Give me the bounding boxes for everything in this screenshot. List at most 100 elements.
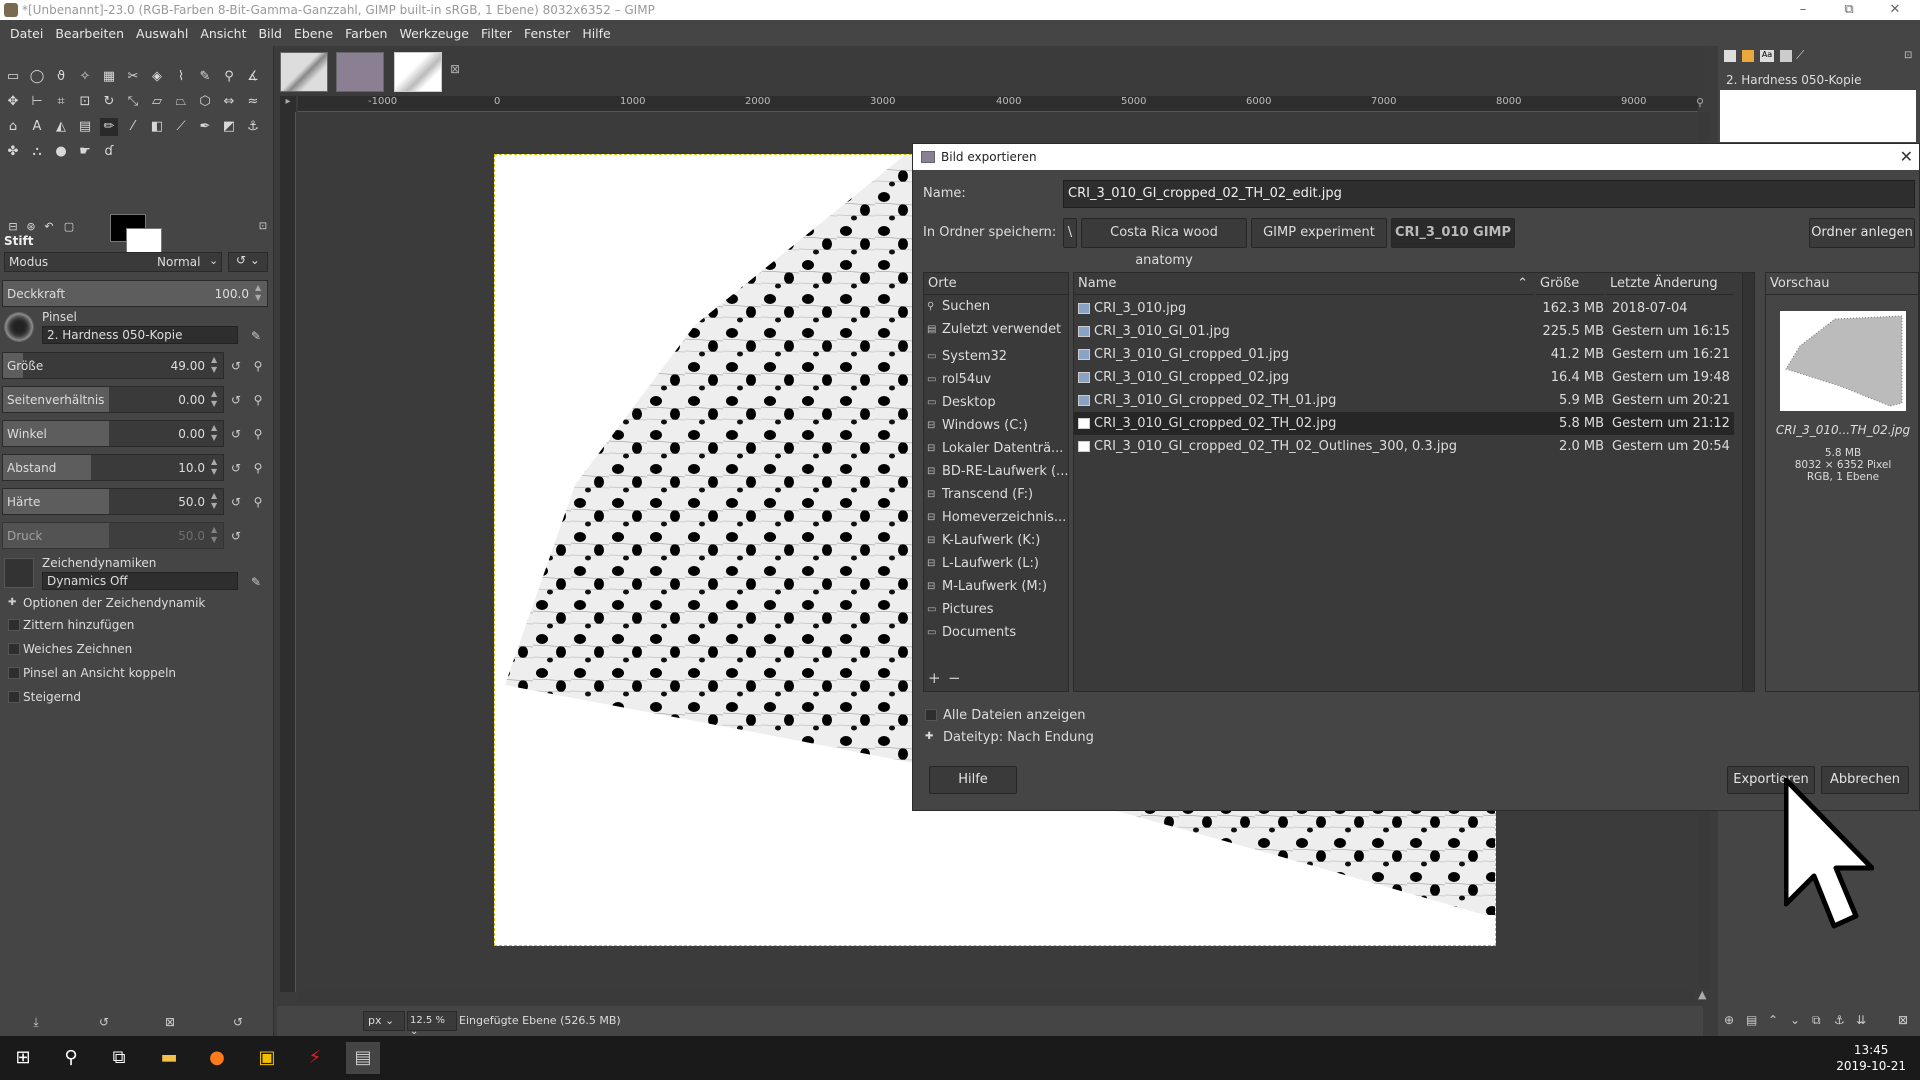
place-item[interactable]: ⊟ L-Laufwerk (L:) <box>924 553 1070 575</box>
image-tab-thumbnail-active[interactable] <box>394 52 442 92</box>
place-item[interactable]: ▭ rol54uv <box>924 369 1070 391</box>
reset-icon[interactable]: ↺ <box>228 392 244 408</box>
file-row[interactable]: CRI_3_010_GI_01.jpg 225.5 MB Gestern um 16… <box>1074 320 1734 343</box>
text-icon[interactable]: A <box>28 118 46 136</box>
link-icon[interactable]: ⚲ <box>250 426 266 442</box>
file-row[interactable]: CRI_3_010.jpg 162.3 MB 2018-07-04 <box>1074 297 1734 320</box>
file-row[interactable]: CRI_3_010_GI_cropped_02_TH_01.jpg 5.9 MB G… <box>1074 389 1734 412</box>
anchor-layer-icon[interactable]: ⚓ <box>1834 1013 1845 1027</box>
blur-icon[interactable]: ● <box>52 143 70 161</box>
spin-arrows-icon[interactable]: ▲ ▼ <box>211 389 221 409</box>
paintbrush-tab-icon[interactable]: ⟋ <box>1796 48 1804 63</box>
rect-select-icon[interactable]: ▭ <box>4 68 22 86</box>
menu-view[interactable]: Ansicht <box>194 26 252 41</box>
link-icon[interactable]: ⚲ <box>250 494 266 510</box>
link-icon[interactable]: ⚲ <box>250 392 266 408</box>
merge-layer-icon[interactable]: ⇊ <box>1856 1013 1866 1027</box>
file-row[interactable]: CRI_3_010_GI_cropped_02.jpg 16.4 MB Gester… <box>1074 366 1734 389</box>
crumb-root[interactable]: \ <box>1063 218 1077 248</box>
warp-transform-icon[interactable]: ⌂ <box>4 118 22 136</box>
close-dialog-icon[interactable]: ✕ <box>1900 144 1913 170</box>
remove-place-button[interactable]: − <box>948 669 961 687</box>
gimp-taskbar-icon[interactable]: ▤ <box>346 1042 380 1074</box>
color-picker-icon[interactable]: ✎ <box>196 68 214 86</box>
foreground-select-icon[interactable]: ◈ <box>148 68 166 86</box>
filename-input[interactable]: CRI_3_010_GI_cropped_02_TH_02_edit.jpg <box>1063 180 1915 208</box>
aspect-ratio-slider[interactable]: Seitenverhältnis 0.00 ▲ ▼ <box>2 386 224 413</box>
menu-layer[interactable]: Ebene <box>288 26 339 41</box>
app-icon[interactable]: ▣ <box>250 1042 284 1074</box>
align-icon[interactable]: ⊢ <box>28 93 46 111</box>
help-button[interactable]: Hilfe <box>929 766 1017 794</box>
force-slider[interactable]: Druck 50.0 ▲ ▼ <box>2 522 224 549</box>
file-row-selected[interactable]: CRI_3_010_GI_cropped_02_TH_02.jpg 5.8 MB G… <box>1074 412 1734 435</box>
measure-icon[interactable]: ∡ <box>244 68 262 86</box>
move-icon[interactable]: ✥ <box>4 93 22 111</box>
ink-icon[interactable]: ✒ <box>196 118 214 136</box>
create-folder-button[interactable]: Ordner anlegen <box>1809 218 1915 248</box>
reset-icon[interactable]: ↺ <box>228 528 244 544</box>
flip-icon[interactable]: ⇔ <box>220 93 238 111</box>
bucket-fill-icon[interactable]: ◭ <box>52 118 70 136</box>
firefox-icon[interactable]: ● <box>200 1042 234 1074</box>
place-item[interactable]: ▭ Documents <box>924 622 1070 644</box>
configure-tab-icon[interactable]: ⊡ <box>1904 50 1912 61</box>
menu-select[interactable]: Auswahl <box>130 26 194 41</box>
mode-reset-button[interactable]: ↺ ⌄ <box>228 252 268 272</box>
configure-tab-icon[interactable]: ⊡ <box>254 218 272 236</box>
place-item[interactable]: ▭ Pictures <box>924 599 1070 621</box>
horizontal-scrollbar[interactable] <box>298 990 1694 1002</box>
rotate-icon[interactable]: ↻ <box>100 93 118 111</box>
column-header-date[interactable]: Letzte Änderung <box>1606 273 1734 295</box>
dynamics-options-label[interactable]: Optionen der Zeichendynamik <box>23 596 205 610</box>
restore-preset-icon[interactable]: ↺ <box>96 1014 112 1030</box>
brush-field[interactable]: 2. Hardness 050-Kopie <box>42 326 238 344</box>
ellipse-select-icon[interactable]: ◯ <box>28 68 46 86</box>
angle-slider[interactable]: Winkel 0.00 ▲ ▼ <box>2 420 224 447</box>
crumb-costa-rica[interactable]: Costa Rica wood anatomy <box>1081 218 1247 268</box>
paintbrush-icon[interactable]: ⁄ <box>124 118 142 136</box>
spin-arrows-icon[interactable]: ▲ ▼ <box>211 423 221 443</box>
new-layer-icon[interactable]: ⊕ <box>1724 1013 1734 1027</box>
spin-arrows-icon[interactable]: ▲ ▼ <box>255 283 265 303</box>
image-tab-thumbnail[interactable] <box>280 52 328 92</box>
channels-tab-icon[interactable] <box>1742 50 1754 62</box>
add-place-button[interactable]: + <box>928 669 941 687</box>
menu-windows[interactable]: Fenster <box>518 26 576 41</box>
menu-edit[interactable]: Bearbeiten <box>49 26 130 41</box>
gradient-icon[interactable]: ▤ <box>76 118 94 136</box>
file-type-label[interactable]: Dateityp: Nach Endung <box>943 730 1094 745</box>
place-item[interactable]: ⊟ Windows (C:) <box>924 415 1070 437</box>
smooth-checkbox[interactable] <box>8 643 20 655</box>
menu-file[interactable]: Datei <box>4 26 49 41</box>
mypaint-brush-icon[interactable]: ◩ <box>220 118 238 136</box>
undo-history-tab-icon[interactable]: ↶ <box>40 218 58 236</box>
airbrush-icon[interactable]: ⟋ <box>172 118 190 136</box>
hardness-slider[interactable]: Härte 50.0 ▲ ▼ <box>2 488 224 515</box>
perspective-icon[interactable]: ⏢ <box>172 93 190 111</box>
size-slider[interactable]: Größe 49.00 ▲ ▼ <box>2 352 224 379</box>
quick-mask-toggle-icon[interactable]: ▸ <box>280 96 296 112</box>
edit-dynamics-icon[interactable]: ✎ <box>248 574 264 590</box>
show-all-files-checkbox[interactable] <box>925 709 937 721</box>
crumb-gimp-experiment[interactable]: GIMP experiment <box>1251 218 1387 248</box>
place-item[interactable]: ⚲ Suchen <box>924 296 1070 318</box>
incremental-checkbox[interactable] <box>8 691 20 703</box>
file-list-scrollbar[interactable] <box>1742 273 1754 691</box>
menu-tools[interactable]: Werkzeuge <box>393 26 475 41</box>
place-item[interactable]: ▤ Zuletzt verwendet <box>924 319 1070 341</box>
dynamics-preview-icon[interactable] <box>4 558 34 588</box>
pencil-icon[interactable]: ✏ <box>100 118 118 136</box>
raise-layer-icon[interactable]: ⌃ <box>1768 1013 1778 1027</box>
new-group-icon[interactable]: ▤ <box>1746 1013 1757 1027</box>
place-item[interactable]: ⊟ Homeverzeichnis... <box>924 507 1070 529</box>
duplicate-layer-icon[interactable]: ⧉ <box>1812 1013 1821 1028</box>
maximize-button[interactable]: ⧉ <box>1826 0 1872 20</box>
menu-filters[interactable]: Filter <box>475 26 518 41</box>
menu-colors[interactable]: Farben <box>339 26 393 41</box>
close-tab-icon[interactable]: ⊠ <box>450 62 460 76</box>
place-item[interactable]: ⊟ BD-RE-Laufwerk (... <box>924 461 1070 483</box>
place-item[interactable]: ⊟ M-Laufwerk (M:) <box>924 576 1070 598</box>
heal-icon[interactable]: ✤ <box>4 143 22 161</box>
zoom-select[interactable]: 12.5 % ⌄ <box>407 1011 457 1037</box>
